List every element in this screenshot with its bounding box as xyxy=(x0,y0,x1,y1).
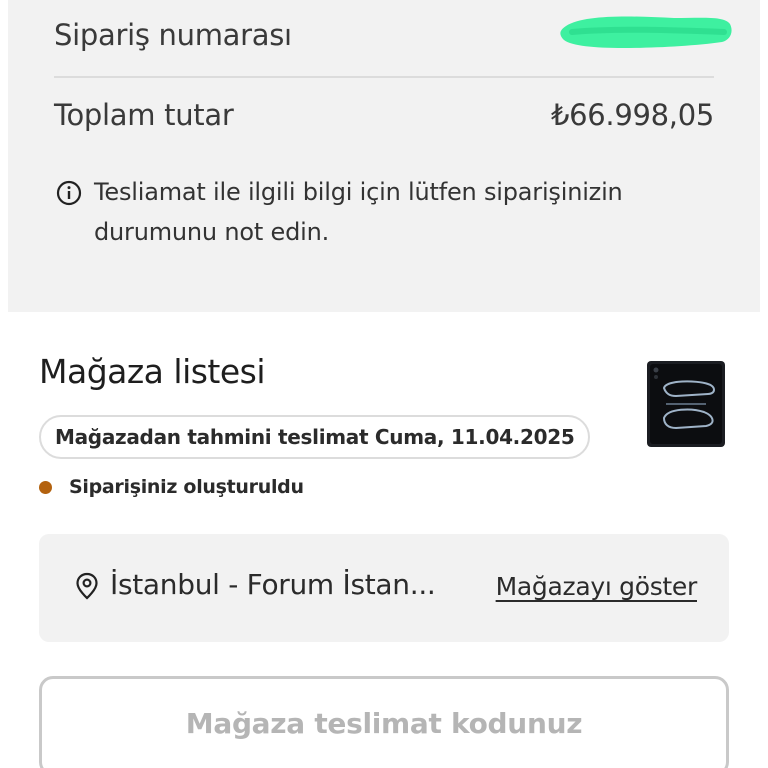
location-pin-icon xyxy=(76,572,98,600)
order-status-text: Siparişiniz oluşturuldu xyxy=(69,476,304,498)
order-number-label: Sipariş numarası xyxy=(54,18,292,52)
order-status: Siparişiniz oluşturuldu xyxy=(39,474,304,500)
redacted-order-number xyxy=(560,16,732,48)
order-summary-card: Sipariş numarası Toplam tutar ₺66.998,05… xyxy=(8,0,760,312)
status-dot xyxy=(39,480,52,494)
store-name: İstanbul - Forum İstan... xyxy=(110,568,436,601)
product-thumbnail[interactable] xyxy=(646,360,726,448)
estimated-delivery-badge: Mağazadan tahmini teslimat Cuma, 11.04.2… xyxy=(39,415,591,459)
order-number-row: Sipariş numarası xyxy=(54,16,732,58)
store-delivery-code-button[interactable]: Mağaza teslimat kodunuz xyxy=(39,676,729,768)
show-store-link[interactable]: Mağazayı göster xyxy=(496,572,698,601)
total-amount-label: Toplam tutar xyxy=(54,98,234,132)
summary-divider xyxy=(54,76,714,78)
delivery-info-note: Tesliamat ile ilgili bilgi için lütfen s… xyxy=(56,172,696,252)
delivery-info-text: Tesliamat ile ilgili bilgi için lütfen s… xyxy=(94,178,623,246)
total-amount-value: ₺66.998,05 xyxy=(550,98,714,132)
total-amount-row: Toplam tutar ₺66.998,05 xyxy=(54,98,714,138)
info-icon xyxy=(56,180,82,206)
store-list-title: Mağaza listesi xyxy=(39,352,266,391)
store-card: İstanbul - Forum İstan... Mağazayı göste… xyxy=(39,534,729,642)
order-details-page: Sipariş numarası Toplam tutar ₺66.998,05… xyxy=(0,0,768,768)
